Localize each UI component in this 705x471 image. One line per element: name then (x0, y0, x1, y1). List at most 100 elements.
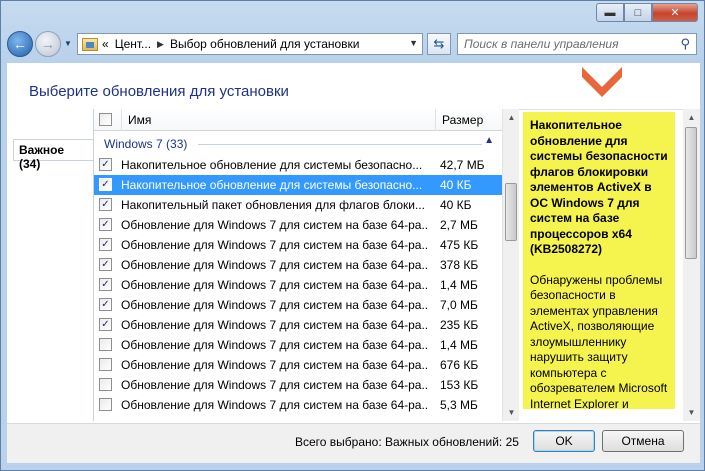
breadcrumb-separator-icon[interactable]: ▶ (157, 39, 164, 50)
update-size: 235 КБ (440, 318, 479, 332)
minimize-button[interactable]: ▬ (596, 3, 624, 22)
chevron-down-marker-icon (582, 67, 622, 97)
window-frame: ▬ □ ✕ ← → ▼ « Цент... ▶ Выбор обновлений… (0, 0, 705, 471)
update-size: 42,7 МБ (440, 158, 485, 172)
update-rows: ✓ Накопительное обновление для системы бе… (94, 155, 502, 415)
back-arrow-icon: ← (13, 36, 27, 52)
update-size: 475 КБ (440, 238, 479, 252)
selection-summary: Всего выбрано: Важных обновлений: 25 (295, 435, 519, 449)
update-details-description: Обнаружены проблемы безопасности в элеме… (530, 272, 668, 410)
update-checkbox[interactable]: ✓ (99, 298, 112, 311)
table-row[interactable]: ✓ Обновление для Windows 7 для систем на … (94, 275, 502, 295)
breadcrumb-item-center[interactable]: Цент... (115, 37, 151, 51)
refresh-button[interactable]: ⇆ (427, 33, 451, 55)
control-panel-icon (82, 37, 98, 51)
tab-important[interactable]: Важное (34) (13, 139, 93, 171)
search-input[interactable]: Поиск в панели управления ⚲ (457, 33, 697, 55)
update-name: Обновление для Windows 7 для систем на б… (121, 318, 429, 332)
forward-arrow-icon: → (41, 36, 55, 52)
cancel-button[interactable]: Отмена (602, 430, 684, 452)
close-button[interactable]: ✕ (652, 3, 698, 22)
scroll-thumb[interactable] (505, 183, 517, 241)
update-size: 378 КБ (440, 258, 479, 272)
update-checkbox[interactable]: ✓ (99, 198, 112, 211)
page-title: Выберите обновления для установки (29, 83, 289, 100)
update-checkbox[interactable] (99, 378, 112, 391)
recent-pages-dropdown[interactable]: ▼ (64, 39, 72, 48)
update-name: Обновление для Windows 7 для систем на б… (121, 298, 429, 312)
table-row[interactable]: Обновление для Windows 7 для систем на б… (94, 395, 502, 415)
update-checkbox[interactable]: ✓ (99, 158, 112, 171)
table-row[interactable]: Обновление для Windows 7 для систем на б… (94, 355, 502, 375)
table-row[interactable]: ✓ Накопительный пакет обновления для флаг… (94, 195, 502, 215)
divider (198, 144, 482, 145)
update-checkbox[interactable]: ✓ (99, 238, 112, 251)
update-size: 40 КБ (440, 178, 472, 192)
update-size: 7,0 МБ (440, 298, 478, 312)
table-row[interactable]: ✓ Обновление для Windows 7 для систем на … (94, 315, 502, 335)
scroll-down-icon[interactable]: ▼ (503, 404, 520, 421)
ok-button[interactable]: OK (533, 430, 595, 452)
table-row[interactable]: ✓ Обновление для Windows 7 для систем на … (94, 255, 502, 275)
select-all-checkbox[interactable] (99, 113, 112, 126)
update-checkbox[interactable] (99, 338, 112, 351)
group-label: Windows 7 (33) (104, 137, 188, 151)
update-name: Обновление для Windows 7 для систем на б… (121, 338, 429, 352)
navigation-bar: ← → ▼ « Цент... ▶ Выбор обновлений для у… (1, 29, 704, 59)
search-icon[interactable]: ⚲ (680, 36, 690, 52)
table-row[interactable]: ✓ Обновление для Windows 7 для систем на … (94, 295, 502, 315)
table-row[interactable]: Обновление для Windows 7 для систем на б… (94, 375, 502, 395)
update-size: 153 КБ (440, 378, 479, 392)
caption-buttons: ▬ □ ✕ (596, 3, 698, 22)
update-name: Обновление для Windows 7 для систем на б… (121, 358, 429, 372)
update-name: Обновление для Windows 7 для систем на б… (121, 378, 429, 392)
table-row[interactable]: ✓ Накопительное обновление для системы бе… (94, 155, 502, 175)
table-row[interactable]: ✓ Накопительное обновление для системы бе… (94, 175, 502, 195)
update-name: Обновление для Windows 7 для систем на б… (121, 398, 429, 412)
update-checkbox[interactable]: ✓ (99, 178, 112, 191)
breadcrumb-overflow[interactable]: « (102, 37, 109, 51)
table-row[interactable]: ✓ Обновление для Windows 7 для систем на … (94, 235, 502, 255)
column-header-row: Имя Размер (94, 109, 502, 131)
table-row[interactable]: Обновление для Windows 7 для систем на б… (94, 335, 502, 355)
update-name: Обновление для Windows 7 для систем на б… (121, 258, 429, 272)
update-checkbox[interactable]: ✓ (99, 278, 112, 291)
forward-button[interactable]: → (35, 31, 61, 57)
update-name: Накопительное обновление для системы без… (121, 178, 423, 192)
scroll-thumb[interactable] (685, 127, 697, 259)
update-name: Накопительный пакет обновления для флаго… (121, 198, 425, 212)
scroll-up-icon[interactable]: ▲ (503, 109, 520, 126)
footer-bar: Всего выбрано: Важных обновлений: 25 OK … (7, 423, 700, 463)
category-pane: Важное (34) (7, 109, 93, 419)
update-checkbox[interactable]: ✓ (99, 218, 112, 231)
update-checkbox[interactable]: ✓ (99, 258, 112, 271)
column-header-size[interactable]: Размер (435, 109, 502, 131)
address-dropdown-icon[interactable]: ▼ (409, 38, 418, 48)
column-header-name[interactable]: Имя (121, 109, 435, 131)
update-size: 5,3 МБ (440, 398, 478, 412)
list-scrollbar[interactable]: ▲ ▼ (502, 109, 519, 421)
group-header[interactable]: Windows 7 (33) ▲ (94, 135, 502, 153)
breadcrumb-item-current[interactable]: Выбор обновлений для установки (170, 37, 360, 51)
update-name: Обновление для Windows 7 для систем на б… (121, 278, 429, 292)
update-name: Обновление для Windows 7 для систем на б… (121, 218, 429, 232)
maximize-button[interactable]: □ (624, 3, 652, 22)
main-content: Выберите обновления для установки Важное… (7, 63, 700, 463)
table-row[interactable]: ✓ Обновление для Windows 7 для систем на … (94, 215, 502, 235)
update-checkbox[interactable] (99, 398, 112, 411)
update-details-panel: Накопительное обновление для системы без… (523, 112, 675, 409)
scroll-down-icon[interactable]: ▼ (683, 404, 700, 421)
address-bar[interactable]: « Цент... ▶ Выбор обновлений для установ… (77, 33, 423, 55)
scroll-up-icon[interactable]: ▲ (683, 109, 700, 126)
collapse-chevron-icon[interactable]: ▲ (484, 135, 494, 146)
update-checkbox[interactable] (99, 358, 112, 371)
update-checkbox[interactable]: ✓ (99, 318, 112, 331)
update-size: 40 КБ (440, 198, 472, 212)
back-button[interactable]: ← (7, 31, 33, 57)
details-scrollbar[interactable]: ▲ ▼ (683, 109, 700, 421)
update-name: Обновление для Windows 7 для систем на б… (121, 238, 429, 252)
update-name: Накопительное обновление для системы без… (121, 158, 423, 172)
update-size: 2,7 МБ (440, 218, 478, 232)
update-details-title: Накопительное обновление для системы без… (530, 118, 668, 256)
update-size: 1,4 МБ (440, 338, 478, 352)
